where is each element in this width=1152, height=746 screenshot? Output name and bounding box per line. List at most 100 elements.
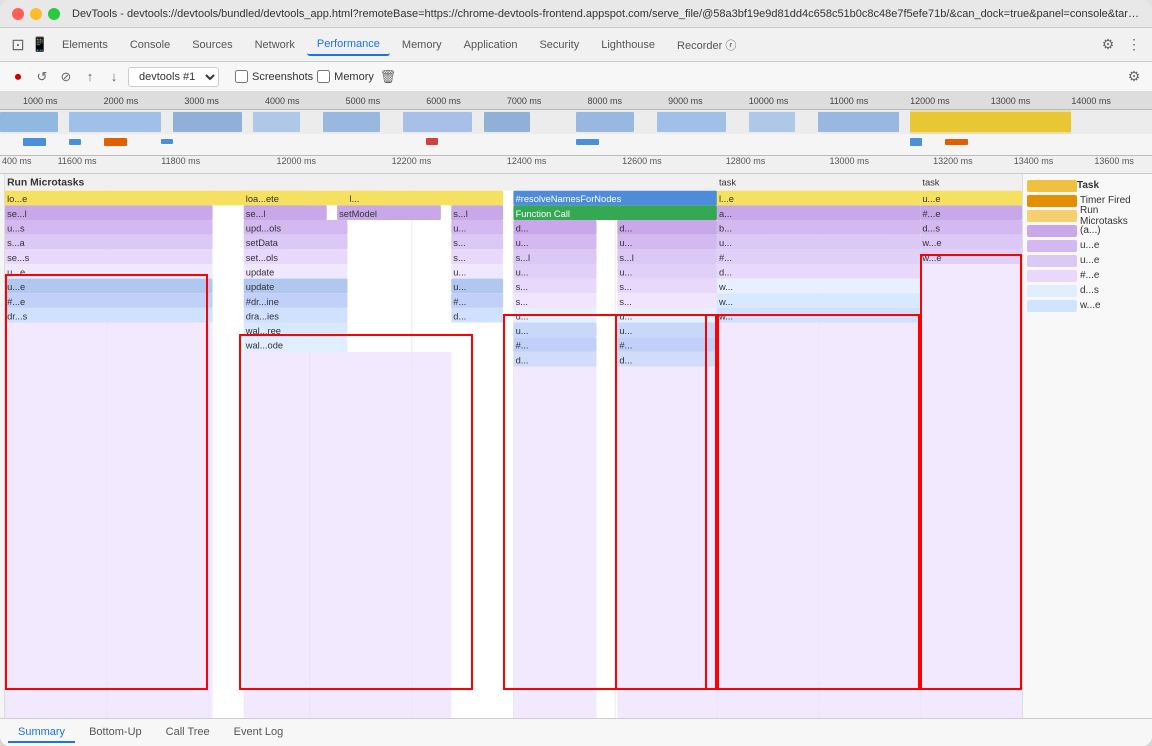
- devtools-window: DevTools - devtools://devtools/bundled/d…: [0, 0, 1152, 746]
- screenshots-label[interactable]: Screenshots: [252, 71, 313, 83]
- minimize-button[interactable]: [30, 8, 42, 20]
- svg-text:dra...ies: dra...ies: [246, 311, 279, 321]
- svg-text:s...l: s...l: [619, 253, 634, 263]
- more-icon[interactable]: ⋮: [1124, 35, 1144, 55]
- svg-text:w...: w...: [718, 282, 733, 292]
- mark-13000: 13000 ms: [829, 156, 869, 166]
- svg-text:d...s: d...s: [922, 224, 940, 234]
- svg-text:s...l: s...l: [516, 253, 531, 263]
- inspect-icon[interactable]: ⊡: [8, 35, 28, 55]
- mark-400: 400 ms: [2, 156, 32, 166]
- svg-text:#...e: #...e: [7, 297, 25, 307]
- svg-text:d...: d...: [719, 267, 732, 277]
- device-selector[interactable]: devtools #1: [128, 67, 219, 87]
- svg-text:#...e: #...e: [922, 209, 940, 219]
- tab-application[interactable]: Application: [454, 35, 528, 55]
- svg-text:Function Call: Function Call: [516, 209, 570, 219]
- svg-text:u...e: u...e: [922, 194, 940, 204]
- overview-cpu: [0, 110, 1152, 134]
- svg-text:#...: #...: [516, 341, 529, 351]
- maximize-button[interactable]: [48, 8, 60, 20]
- tab-sources[interactable]: Sources: [182, 35, 242, 55]
- legend-panel: Task Timer Fired Run Microtasks (a...): [1022, 174, 1152, 718]
- svg-text:upd...ols: upd...ols: [246, 224, 282, 234]
- tab-lighthouse[interactable]: Lighthouse: [591, 35, 665, 55]
- svg-text:#...: #...: [453, 297, 466, 307]
- ruler-8000: 8000 ms: [588, 96, 623, 106]
- tab-bottom-up[interactable]: Bottom-Up: [79, 723, 152, 743]
- tab-event-log[interactable]: Event Log: [224, 723, 294, 743]
- svg-text:setModel: setModel: [339, 209, 377, 219]
- svg-text:loa...ete: loa...ete: [246, 194, 279, 204]
- legend-item-7: d...s: [1027, 283, 1148, 298]
- record-icon[interactable]: ⏺: [8, 67, 28, 87]
- svg-text:d...: d...: [516, 355, 529, 365]
- svg-text:d...: d...: [453, 311, 466, 321]
- svg-text:u...: u...: [453, 267, 466, 277]
- download-icon[interactable]: ↓: [104, 67, 124, 87]
- ruler-12000: 12000 ms: [910, 96, 950, 106]
- overview-strip[interactable]: 1000 ms 2000 ms 3000 ms 4000 ms 5000 ms …: [0, 92, 1152, 156]
- mark-12800: 12800 ms: [726, 156, 766, 166]
- mark-12600: 12600 ms: [622, 156, 662, 166]
- svg-text:s...: s...: [516, 297, 528, 307]
- clear-icon[interactable]: ⊘: [56, 67, 76, 87]
- device-icon[interactable]: 📱: [30, 35, 50, 55]
- svg-text:wal...ree: wal...ree: [245, 326, 281, 336]
- legend-task-label: Task: [1077, 180, 1099, 191]
- legend-item-8: w...e: [1027, 298, 1148, 313]
- ruler-9000: 9000 ms: [668, 96, 703, 106]
- screenshots-checkbox[interactable]: [235, 70, 248, 83]
- legend-task-header: Task: [1027, 178, 1148, 193]
- tab-recorder[interactable]: Recorder ⓡ: [667, 33, 746, 57]
- tab-elements[interactable]: Elements: [52, 35, 118, 55]
- tab-performance[interactable]: Performance: [307, 34, 390, 56]
- settings-perf-icon[interactable]: ⚙: [1124, 67, 1144, 87]
- legend-item-6: #...e: [1027, 268, 1148, 283]
- mark-11800: 11800 ms: [161, 156, 200, 166]
- main-timeline: 400 ms 11600 ms 11800 ms 12000 ms 12200 …: [0, 156, 1152, 718]
- svg-text:task: task: [719, 177, 736, 187]
- overview-ruler: 1000 ms 2000 ms 3000 ms 4000 ms 5000 ms …: [0, 92, 1152, 110]
- legend-label-8: w...e: [1080, 300, 1101, 311]
- settings-icon[interactable]: ⚙: [1098, 35, 1118, 55]
- svg-text:u...s: u...s: [7, 224, 25, 234]
- svg-text:d...: d...: [619, 355, 632, 365]
- svg-text:#resolveNamesForNodes: #resolveNamesForNodes: [516, 194, 622, 204]
- legend-microtask-item: Run Microtasks: [1027, 208, 1148, 223]
- legend-microtask-label: Run Microtasks: [1080, 205, 1148, 227]
- memory-checkbox[interactable]: [317, 70, 330, 83]
- legend-a-label: (a...): [1080, 225, 1101, 236]
- svg-text:w...: w...: [718, 297, 733, 307]
- flame-chart-main[interactable]: Run Microtasks lo...e loa...ete l... se.…: [5, 174, 1022, 718]
- tab-network[interactable]: Network: [245, 35, 305, 55]
- svg-text:u...: u...: [619, 311, 632, 321]
- svg-text:u...: u...: [453, 282, 466, 292]
- svg-text:b...: b...: [719, 224, 732, 234]
- bottom-tabs: Summary Bottom-Up Call Tree Event Log: [0, 718, 1152, 746]
- close-button[interactable]: [12, 8, 24, 20]
- upload-icon[interactable]: ↑: [80, 67, 100, 87]
- trash-icon[interactable]: 🗑: [378, 67, 398, 87]
- svg-text:d...: d...: [516, 224, 529, 234]
- mark-13600: 13600 ms: [1094, 156, 1134, 166]
- tab-console[interactable]: Console: [120, 35, 180, 55]
- tab-memory[interactable]: Memory: [392, 35, 452, 55]
- legend-label-5: u...e: [1080, 255, 1099, 266]
- svg-text:update: update: [246, 267, 275, 277]
- svg-text:dr...s: dr...s: [7, 311, 28, 321]
- tab-summary[interactable]: Summary: [8, 723, 75, 743]
- memory-label[interactable]: Memory: [334, 71, 374, 83]
- tab-call-tree[interactable]: Call Tree: [156, 723, 220, 743]
- ruler-6000: 6000 ms: [426, 96, 461, 106]
- reload-record-icon[interactable]: ↺: [32, 67, 52, 87]
- svg-text:l...: l...: [350, 194, 360, 204]
- svg-text:u...: u...: [516, 238, 529, 248]
- legend-microtask-swatch: [1027, 210, 1077, 222]
- svg-text:u...: u...: [619, 326, 632, 336]
- svg-text:setData: setData: [246, 238, 279, 248]
- svg-text:u...: u...: [619, 267, 632, 277]
- svg-text:s...a: s...a: [7, 238, 25, 248]
- tab-security[interactable]: Security: [529, 35, 589, 55]
- ruler-3000: 3000 ms: [184, 96, 219, 106]
